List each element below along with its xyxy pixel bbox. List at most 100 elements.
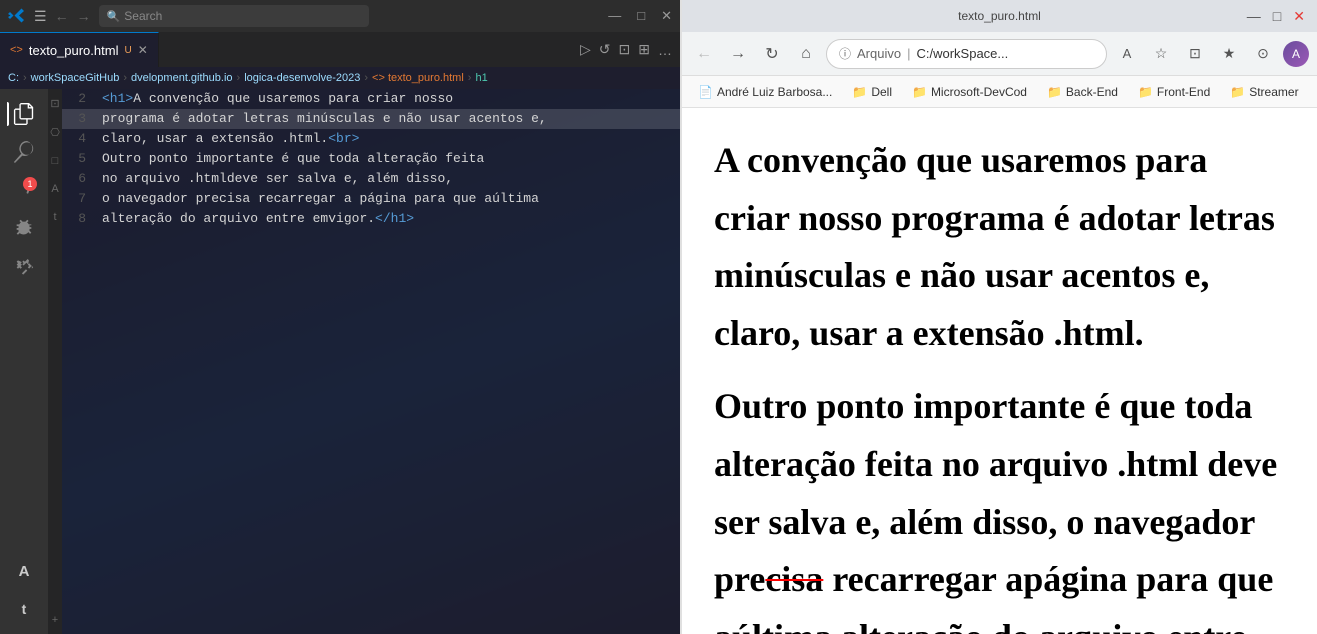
- bookmark-msdevcode-icon: 📁: [912, 85, 927, 99]
- nav-back-button[interactable]: ←: [55, 8, 69, 24]
- bookmark-backend-label: Back-End: [1066, 85, 1118, 99]
- breadcrumb-dvelopment[interactable]: dvelopment.github.io: [131, 72, 233, 84]
- browser-title-text: texto_puro.html: [958, 9, 1041, 23]
- browser-titlebar: texto_puro.html — □ ✕: [682, 0, 1317, 32]
- panel-icon-4[interactable]: A: [51, 183, 58, 195]
- code-line-5: 6 no arquivo .htmldeve ser salva e, além…: [62, 169, 680, 189]
- code-line-2: 3 programa é adotar letras minúsculas e …: [62, 109, 680, 129]
- bookmark-frontend-label: Front-End: [1157, 85, 1210, 99]
- address-bar[interactable]: ⓘ Arquivo | C:/workSpace...: [826, 39, 1107, 69]
- bookmark-streamer[interactable]: 📁 Streamer: [1222, 82, 1306, 102]
- content-paragraph2: Outro ponto importante é que toda altera…: [714, 378, 1285, 634]
- tab-action-buttons: ▷ ↺ ⊡ ⊞ …: [572, 32, 680, 67]
- vscode-minimize-button[interactable]: —: [608, 8, 621, 24]
- vscode-maximize-button[interactable]: □: [637, 8, 645, 24]
- browser-window: texto_puro.html — □ ✕ ← → ↻ ⌂ ⓘ Arquivo …: [680, 0, 1317, 634]
- code-editor[interactable]: 2 <h1>A convenção que usaremos para cria…: [62, 89, 680, 634]
- panel-icon-1[interactable]: ⊡: [50, 97, 59, 110]
- browser-content: A convenção que usaremos para criar noss…: [682, 108, 1317, 634]
- bookmark-button[interactable]: ☆: [1147, 40, 1175, 68]
- hamburger-menu-icon[interactable]: ☰: [34, 8, 47, 25]
- bookmark-backend-icon: 📁: [1047, 85, 1062, 99]
- reader-mode-button[interactable]: A: [1113, 40, 1141, 68]
- code-line-4: 5 Outro ponto importante é que toda alte…: [62, 149, 680, 169]
- history-button[interactable]: ↺: [599, 41, 611, 58]
- address-info-icon: ⓘ: [839, 45, 851, 62]
- browser-close-button[interactable]: ✕: [1293, 8, 1305, 25]
- bookmark-msdevcode[interactable]: 📁 Microsoft-DevCod: [904, 82, 1035, 102]
- address-scheme: Arquivo: [857, 46, 901, 61]
- bookmark-dell-icon: 📁: [852, 85, 867, 99]
- activity-debug-icon[interactable]: [7, 211, 41, 245]
- panel-icon-plus[interactable]: +: [52, 614, 58, 626]
- breadcrumb-logica[interactable]: logica-desenvolve-2023: [244, 72, 360, 84]
- share-button[interactable]: ⊙: [1249, 40, 1277, 68]
- vscode-tabbar: <> texto_puro.html U ✕ ▷ ↺ ⊡ ⊞ …: [0, 32, 680, 67]
- panel-icon-2[interactable]: ⎔: [50, 126, 60, 139]
- layout-button[interactable]: ⊞: [638, 41, 650, 58]
- breadcrumb-root[interactable]: C:: [8, 72, 19, 84]
- code-line-7: 8 alteração do arquivo entre emvigor.</h…: [62, 209, 680, 229]
- activity-search-icon[interactable]: [7, 135, 41, 169]
- activity-accounts-icon[interactable]: A: [7, 554, 41, 588]
- browser-toolbar: ← → ↻ ⌂ ⓘ Arquivo | C:/workSpace... A ☆ …: [682, 32, 1317, 76]
- profile-avatar[interactable]: A: [1283, 41, 1309, 67]
- bookmark-backend[interactable]: 📁 Back-End: [1039, 82, 1126, 102]
- tab-file-icon: <>: [10, 44, 23, 56]
- bookmark-streamer-icon: 📁: [1230, 85, 1245, 99]
- tab-texto-puro[interactable]: <> texto_puro.html U ✕: [0, 32, 159, 67]
- activity-settings-icon[interactable]: t: [7, 592, 41, 626]
- vscode-search-bar[interactable]: 🔍 Search: [99, 5, 369, 27]
- bookmark-andre-label: André Luiz Barbosa...: [717, 85, 832, 99]
- bookmark-andre[interactable]: 📄 André Luiz Barbosa...: [690, 82, 840, 102]
- vscode-window-controls: — □ ✕: [608, 8, 672, 24]
- breadcrumb-file[interactable]: <> texto_puro.html: [372, 72, 464, 84]
- tab-filename: texto_puro.html: [29, 43, 119, 58]
- panel-icon-5[interactable]: t: [53, 211, 56, 223]
- code-line-6: 7 o navegador precisa recarregar a págin…: [62, 189, 680, 209]
- tab-modified-indicator: U: [124, 45, 131, 56]
- breadcrumb-tag[interactable]: h1: [475, 72, 487, 84]
- bookmark-frontend[interactable]: 📁 Front-End: [1130, 82, 1218, 102]
- search-placeholder: Search: [124, 9, 162, 23]
- browser-maximize-button[interactable]: □: [1273, 8, 1281, 24]
- bookmark-dell[interactable]: 📁 Dell: [844, 82, 900, 102]
- bookmark-frontend-icon: 📁: [1138, 85, 1153, 99]
- breadcrumb-workspace[interactable]: workSpaceGitHub: [31, 72, 120, 84]
- browser-home-button[interactable]: ⌂: [792, 40, 820, 68]
- bookmarks-bar: 📄 André Luiz Barbosa... 📁 Dell 📁 Microso…: [682, 76, 1317, 108]
- tab-close-button[interactable]: ✕: [138, 43, 148, 57]
- vscode-logo-icon: [8, 7, 26, 25]
- activity-source-control-icon[interactable]: 1: [7, 173, 41, 207]
- editor-main: 1 A t ⊡ ⎔ □ A t + 2 <h1>A conv: [0, 89, 680, 634]
- split-button[interactable]: ⊡: [619, 41, 631, 58]
- more-actions-button[interactable]: …: [658, 42, 672, 58]
- activity-bar: 1 A t: [0, 89, 48, 634]
- bookmark-dell-label: Dell: [871, 85, 892, 99]
- breadcrumb: C: › workSpaceGitHub › dvelopment.github…: [0, 67, 680, 89]
- collections-button[interactable]: ⊡: [1181, 40, 1209, 68]
- browser-back-button[interactable]: ←: [690, 40, 718, 68]
- favorites-button[interactable]: ★: [1215, 40, 1243, 68]
- activity-explorer-icon[interactable]: [7, 97, 41, 131]
- nav-forward-button[interactable]: →: [77, 8, 91, 24]
- strikethrough-text: cisa: [765, 559, 823, 599]
- code-line-3: 4 claro, usar a extensão .html.<br>: [62, 129, 680, 149]
- vscode-close-button[interactable]: ✕: [661, 8, 672, 24]
- content-heading: A convenção que usaremos para criar noss…: [714, 132, 1285, 362]
- panel-icon-3[interactable]: □: [52, 155, 59, 167]
- run-button[interactable]: ▷: [580, 41, 591, 58]
- browser-refresh-button[interactable]: ↻: [758, 40, 786, 68]
- address-url: C:/workSpace...: [916, 46, 1008, 61]
- bookmark-andre-icon: 📄: [698, 85, 713, 99]
- code-line-1: 2 <h1>A convenção que usaremos para cria…: [62, 89, 680, 109]
- right-panel-icons: ⊡ ⎔ □ A t +: [48, 89, 62, 634]
- browser-forward-button[interactable]: →: [724, 40, 752, 68]
- vscode-titlebar: ☰ ← → 🔍 Search — □ ✕: [0, 0, 680, 32]
- search-icon: 🔍: [107, 10, 121, 23]
- source-control-badge: 1: [23, 177, 37, 191]
- activity-extensions-icon[interactable]: [7, 249, 41, 283]
- bookmark-streamer-label: Streamer: [1249, 85, 1298, 99]
- browser-minimize-button[interactable]: —: [1247, 8, 1261, 24]
- bookmark-msdevcode-label: Microsoft-DevCod: [931, 85, 1027, 99]
